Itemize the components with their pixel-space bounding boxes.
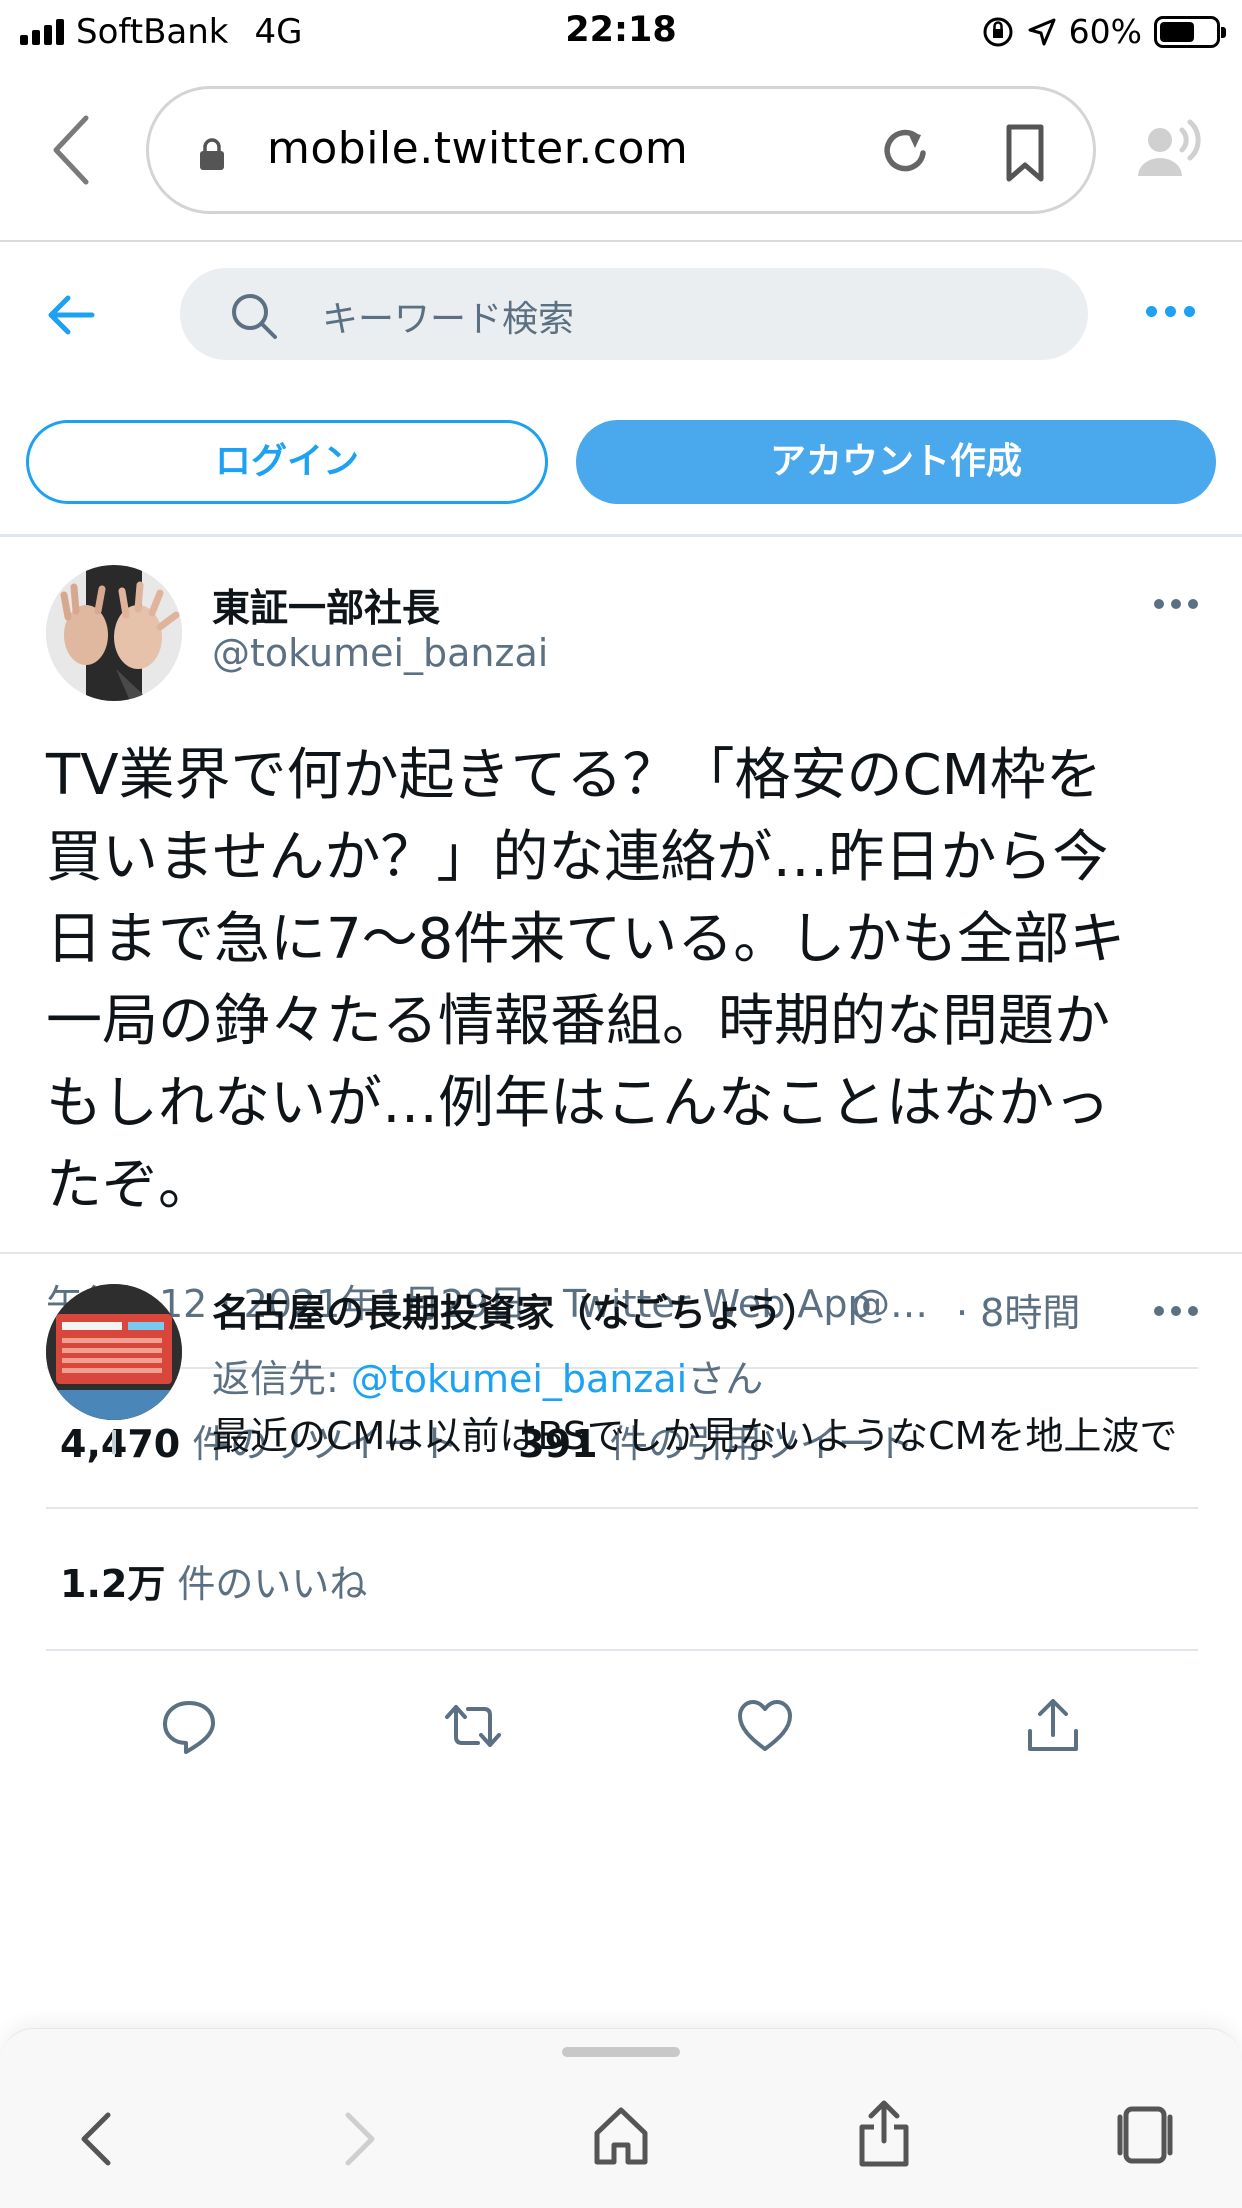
login-button[interactable]: ログイン	[26, 420, 548, 504]
reload-icon[interactable]	[877, 123, 933, 179]
likes-count: 1.2万	[60, 1562, 166, 1606]
reply-icon[interactable]	[160, 1697, 218, 1755]
browser-toolbar	[0, 2028, 1242, 2208]
more-dots-icon[interactable]	[1154, 1306, 1198, 1316]
avatar[interactable]	[46, 565, 182, 701]
back-chevron-icon[interactable]	[48, 112, 94, 188]
avatar-image	[46, 1284, 182, 1420]
orientation-lock-icon	[983, 17, 1013, 46]
reply-author-name[interactable]: 名古屋の長期投資家（なごちょう）	[212, 1282, 820, 1337]
battery-percent: 60%	[1068, 12, 1142, 51]
reply-to-mention[interactable]: @tokumei_banzai	[351, 1357, 687, 1401]
more-dots-icon[interactable]	[1154, 599, 1198, 609]
reply-tweet[interactable]: 名古屋の長期投資家（なごちょう） @… · 8時間 返信先: @tokumei_…	[0, 1254, 1242, 1454]
url-field[interactable]: mobile.twitter.com	[146, 86, 1096, 214]
bookmark-icon[interactable]	[1001, 123, 1049, 183]
reply-author-handle[interactable]: @…	[852, 1282, 928, 1337]
divider	[46, 1649, 1198, 1651]
browser-address-bar: mobile.twitter.com	[0, 62, 1242, 242]
twitter-header: キーワード検索	[0, 244, 1242, 384]
auth-buttons: ログイン アカウント作成	[0, 420, 1242, 506]
like-icon[interactable]	[736, 1697, 794, 1755]
back-chevron-icon[interactable]	[76, 2109, 116, 2169]
likes-link[interactable]: 1.2万 件のいいね	[60, 1553, 367, 1608]
divider	[46, 1507, 1198, 1509]
divider	[0, 534, 1242, 537]
share-icon[interactable]	[1024, 1697, 1082, 1755]
search-input[interactable]: キーワード検索	[180, 268, 1088, 360]
more-dots-icon[interactable]	[1146, 306, 1195, 317]
reply-text: 最近のCMは以前はBSでしか見ないようなCMを地上波で見る事が増えたし、それでも…	[212, 1414, 1178, 1454]
avatar[interactable]	[46, 1284, 182, 1420]
author-name[interactable]: 東証一部社長	[212, 577, 440, 632]
location-icon	[1028, 18, 1056, 45]
back-arrow-icon[interactable]	[46, 294, 96, 336]
retweet-icon[interactable]	[444, 1697, 502, 1755]
author-handle[interactable]: @tokumei_banzai	[212, 631, 548, 675]
reader-audio-icon[interactable]	[1134, 118, 1204, 180]
reply-header: 名古屋の長期投資家（なごちょう） @… · 8時間	[212, 1282, 1212, 1337]
thread-line	[112, 1430, 116, 1454]
grabber-handle[interactable]	[562, 2047, 680, 2057]
home-icon[interactable]	[592, 2105, 650, 2167]
status-bar: SoftBank 4G 22:18 60%	[0, 0, 1242, 62]
avatar-image	[46, 565, 182, 701]
reply-to-suffix: さん	[687, 1357, 764, 1401]
likes-label: 件のいいね	[165, 1562, 368, 1606]
reply-to-line: 返信先: @tokumei_banzaiさん	[212, 1348, 763, 1403]
signup-button[interactable]: アカウント作成	[576, 420, 1216, 504]
battery-icon	[1154, 15, 1226, 48]
url-text[interactable]: mobile.twitter.com	[267, 123, 688, 174]
reply-to-prefix: 返信先:	[212, 1357, 351, 1401]
share-icon[interactable]	[856, 2099, 912, 2169]
reply-time[interactable]: · 8時間	[956, 1282, 1080, 1337]
lock-icon	[200, 138, 224, 170]
forward-chevron-icon[interactable]	[340, 2109, 380, 2169]
tabs-icon[interactable]	[1112, 2105, 1176, 2165]
tweet-actions	[0, 1687, 1242, 1767]
search-placeholder: キーワード検索	[322, 299, 575, 340]
status-right: 60%	[981, 12, 1226, 51]
tweet-text: TV業界で何か起きてる？「格安のCM枠を 買いませんか？」的な連絡が…昨日から今…	[46, 743, 1126, 1218]
search-icon	[232, 294, 277, 339]
